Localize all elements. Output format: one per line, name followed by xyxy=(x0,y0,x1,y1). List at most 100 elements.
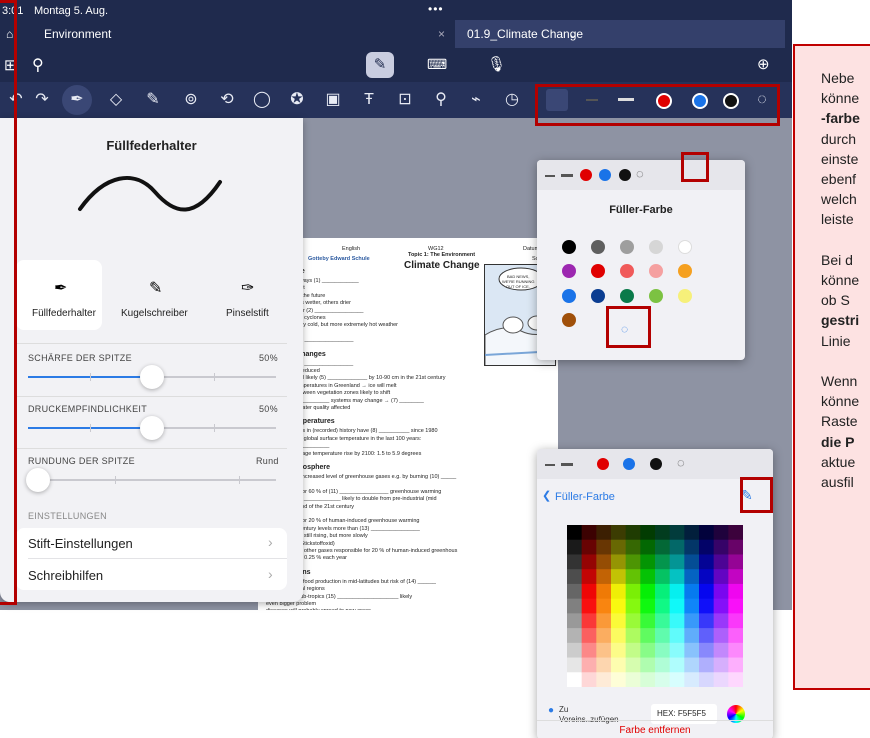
color-cell[interactable] xyxy=(567,598,583,614)
add-page-icon[interactable]: ⊕ xyxy=(757,55,770,73)
brush-pen-icon[interactable]: ✑ xyxy=(241,278,254,298)
color-cell[interactable] xyxy=(581,539,597,555)
color-cell[interactable] xyxy=(581,598,597,614)
laser-pointer-icon[interactable]: ⚲ xyxy=(431,90,451,110)
color-cell[interactable] xyxy=(640,613,656,629)
color-cell[interactable] xyxy=(728,569,743,585)
color-cell[interactable] xyxy=(713,569,729,585)
color-cell[interactable] xyxy=(728,525,743,541)
color-cell[interactable] xyxy=(684,554,700,570)
color-cell[interactable] xyxy=(611,554,627,570)
color-cell[interactable] xyxy=(581,613,597,629)
color-cell[interactable] xyxy=(655,525,671,541)
color-cell[interactable] xyxy=(581,583,597,600)
color-cell[interactable] xyxy=(640,583,656,600)
color-cell[interactable] xyxy=(655,628,671,644)
back-chevron-icon[interactable]: ❮ xyxy=(542,489,551,502)
color-cell[interactable] xyxy=(669,598,685,614)
color-cell[interactable] xyxy=(728,554,743,570)
color-cell[interactable] xyxy=(625,554,641,570)
pressure-knob[interactable] xyxy=(140,416,164,440)
timer-icon[interactable]: ◷ xyxy=(502,90,522,110)
color-cell[interactable] xyxy=(581,554,597,570)
palette-swatch[interactable] xyxy=(562,289,576,303)
sticker-star-icon[interactable]: ✪ xyxy=(287,90,307,110)
eraser-icon[interactable]: ◇ xyxy=(106,90,126,110)
color-cell[interactable] xyxy=(581,569,597,585)
blue-swatch[interactable] xyxy=(599,169,611,181)
writing-aids-row[interactable]: Schreibhilfen xyxy=(28,568,103,583)
color-cell[interactable] xyxy=(596,628,612,644)
color-cell[interactable] xyxy=(655,613,671,629)
palette-swatch[interactable] xyxy=(591,289,605,303)
color-cell[interactable] xyxy=(567,628,583,644)
color-cell[interactable] xyxy=(611,657,627,673)
color-cell[interactable] xyxy=(581,642,597,659)
tab-environment[interactable]: ⌂ Environment × xyxy=(0,20,455,48)
color-cell[interactable] xyxy=(713,613,729,629)
color-cell[interactable] xyxy=(640,672,656,687)
pen-settings-row[interactable]: Stift-Einstellungen xyxy=(28,536,133,551)
color-cell[interactable] xyxy=(567,613,583,629)
shape-tool-icon[interactable]: ⊚ xyxy=(181,90,201,110)
color-cell[interactable] xyxy=(684,672,700,687)
color-cell[interactable] xyxy=(728,642,743,659)
color-cell[interactable] xyxy=(567,539,583,555)
rounding-slider[interactable] xyxy=(28,476,276,484)
color-cell[interactable] xyxy=(655,539,671,555)
color-cell[interactable] xyxy=(655,554,671,570)
fountain-pen-tool-icon[interactable]: ✒ xyxy=(62,85,92,115)
chevron-right-icon[interactable]: › xyxy=(268,534,273,550)
speech-bubble-icon[interactable]: ◯ xyxy=(252,90,272,110)
color-cell[interactable] xyxy=(699,642,715,659)
sharpness-knob[interactable] xyxy=(140,365,164,389)
color-cell[interactable] xyxy=(567,525,583,541)
color-cell[interactable] xyxy=(640,657,656,673)
palette-swatch[interactable] xyxy=(620,264,634,278)
color-cell[interactable] xyxy=(640,642,656,659)
palette-swatch[interactable] xyxy=(562,264,576,278)
color-cell[interactable] xyxy=(596,613,612,629)
custom-color-icon[interactable]: ◌ xyxy=(636,166,644,181)
color-cell[interactable] xyxy=(669,672,685,687)
color-cell[interactable] xyxy=(640,628,656,644)
color-cell[interactable] xyxy=(625,672,641,687)
color-cell[interactable] xyxy=(684,613,700,629)
color-cell[interactable] xyxy=(581,672,597,687)
color-cell[interactable] xyxy=(567,583,583,600)
color-cell[interactable] xyxy=(684,583,700,600)
color-cell[interactable] xyxy=(699,672,715,687)
color-cell[interactable] xyxy=(625,525,641,541)
color-cell[interactable] xyxy=(684,642,700,659)
color-cell[interactable] xyxy=(581,628,597,644)
color-cell[interactable] xyxy=(669,525,685,541)
tape-icon[interactable]: ⌁ xyxy=(466,90,486,110)
color-cell[interactable] xyxy=(713,657,729,673)
color-cell[interactable] xyxy=(567,657,583,673)
color-cell[interactable] xyxy=(684,525,700,541)
color-cell[interactable] xyxy=(640,539,656,555)
palette-swatch[interactable] xyxy=(678,240,692,254)
color-cell[interactable] xyxy=(728,539,743,555)
color-cell[interactable] xyxy=(596,539,612,555)
color-cell[interactable] xyxy=(596,672,612,687)
stroke-thin-swatch[interactable] xyxy=(545,175,555,177)
color-cell[interactable] xyxy=(625,569,641,585)
hex-field[interactable]: HEX: F5F5F5 xyxy=(651,704,717,724)
color-cell[interactable] xyxy=(699,628,715,644)
red-swatch[interactable] xyxy=(580,169,592,181)
color-cell[interactable] xyxy=(713,642,729,659)
back-button[interactable]: Füller-Farbe xyxy=(555,491,615,503)
color-cell[interactable] xyxy=(728,598,743,614)
color-cell[interactable] xyxy=(655,642,671,659)
blue-swatch[interactable] xyxy=(623,458,635,470)
color-cell[interactable] xyxy=(699,569,715,585)
color-cell[interactable] xyxy=(596,525,612,541)
color-cell[interactable] xyxy=(713,583,729,600)
color-cell[interactable] xyxy=(625,598,641,614)
color-cell[interactable] xyxy=(699,613,715,629)
color-cell[interactable] xyxy=(640,554,656,570)
color-cell[interactable] xyxy=(625,613,641,629)
palette-swatch[interactable] xyxy=(620,240,634,254)
color-cell[interactable] xyxy=(625,628,641,644)
